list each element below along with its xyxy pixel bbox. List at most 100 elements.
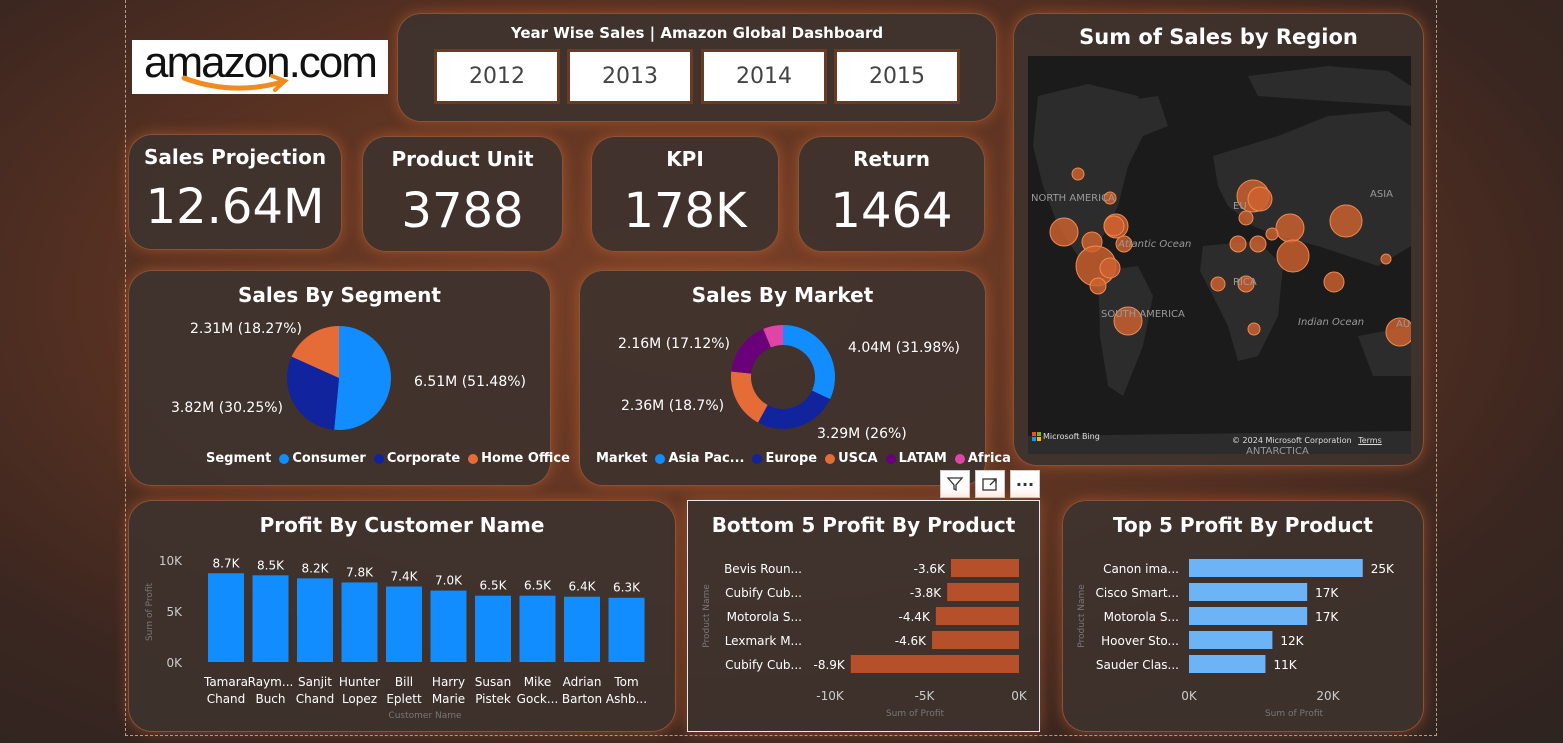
bar-data-label: 17K — [1315, 586, 1339, 600]
customer-bar — [519, 595, 556, 662]
x-axis-title: Customer Name — [388, 711, 462, 721]
x-tick-label: Mike — [524, 675, 552, 689]
year-button-2012[interactable]: 2012 — [434, 49, 560, 104]
kpi-label: Product Unit — [391, 147, 534, 171]
x-tick-label: -5K — [915, 689, 936, 703]
kpi-value: 178K — [623, 183, 747, 239]
y-tick-label: Canon ima... — [1103, 562, 1179, 576]
x-tick-label: Tom — [613, 675, 638, 689]
year-button-2014[interactable]: 2014 — [701, 49, 827, 104]
map-bubble — [1210, 276, 1226, 292]
terms-link[interactable]: Terms — [1358, 436, 1382, 445]
y-tick-label: Hoover Sto... — [1101, 634, 1179, 648]
y-tick-label: Lexmark M... — [725, 634, 802, 648]
y-axis-title: Product Name — [702, 584, 712, 648]
market-label-latam: 2.16M (17.12%) — [618, 336, 731, 352]
customer-bar — [564, 596, 600, 662]
market-label-asia-pac: 4.04M (31.98%) — [848, 340, 961, 356]
x-tick-label: Bill — [395, 675, 413, 689]
x-tick-label: Ashb... — [606, 692, 647, 706]
legend-item[interactable]: Europe — [765, 451, 817, 466]
year-slicer-title: Year Wise Sales | Amazon Global Dashboar… — [510, 24, 884, 42]
top-5-bar-chart[interactable]: 0K 20K Product Name Canon ima... 25K Cisco Sm… — [1062, 548, 1424, 726]
map-label: ASIA — [1370, 189, 1393, 200]
segment-label-home-office: 2.31M (18.27%) — [190, 321, 303, 337]
filter-icon[interactable] — [940, 470, 970, 498]
bar-data-label: 6.4K — [569, 580, 597, 594]
map-bubble — [1229, 235, 1247, 253]
customer-bar-chart[interactable]: 10K 5K 0K Sum of Profit 8.7K Tamara Chand 8.5K R… — [128, 540, 676, 726]
donut-slice-usca — [731, 371, 768, 423]
bar-data-label: -4.6K — [895, 634, 927, 648]
focus-mode-icon[interactable] — [975, 470, 1005, 498]
kpi-value: 12.64M — [145, 179, 325, 235]
legend-dot — [954, 453, 965, 464]
x-tick-label: Chand — [296, 692, 335, 706]
kpi-card-sales-projection: Sales Projection 12.64M — [128, 134, 342, 250]
customer-bar — [608, 597, 645, 662]
region-map-title: Sum of Sales by Region — [1079, 25, 1358, 49]
market-legend: Market Asia Pac... Europe USCA LATAM Afr… — [596, 451, 1011, 466]
x-tick-label: 20K — [1316, 689, 1340, 703]
kpi-card-return: Return 1464 — [798, 136, 985, 252]
bottom-bar — [932, 631, 1019, 649]
legend-item[interactable]: Home Office — [481, 451, 570, 466]
legend-dot — [279, 453, 290, 464]
legend-item[interactable]: LATAM — [899, 451, 947, 466]
market-chart-title: Sales By Market — [691, 283, 874, 307]
donut-slice-europe — [758, 390, 831, 429]
legend-item[interactable]: Asia Pac... — [668, 451, 744, 466]
world-map[interactable]: NORTH AMERICA Atlantic Ocean SOUTH AMERI… — [1028, 56, 1411, 454]
pie-slice-consumer — [334, 326, 392, 430]
map-bubble — [1329, 204, 1363, 238]
map-bubble — [1323, 271, 1345, 293]
y-tick-label: Bevis Roun... — [724, 562, 802, 576]
year-button-2013[interactable]: 2013 — [567, 49, 693, 104]
x-tick-label: Buch — [255, 692, 285, 706]
bing-attribution: Microsoft Bing — [1032, 432, 1100, 441]
bottom-5-bar-chart[interactable]: -10K -5K 0K Product Name Bevis Roun... -3.6K C… — [687, 548, 1040, 726]
segment-label-corporate: 3.82M (30.25%) — [171, 400, 284, 416]
x-tick-label: Marie — [432, 692, 465, 706]
bar-data-label: -3.6K — [914, 562, 946, 576]
legend-item[interactable]: Corporate — [387, 451, 460, 466]
y-axis-title: Sum of Profit — [145, 583, 155, 642]
customer-bar — [297, 578, 333, 662]
bar-data-label: 7.0K — [435, 574, 463, 588]
y-tick-label: Motorola S... — [1104, 610, 1179, 624]
year-button-2015[interactable]: 2015 — [834, 49, 960, 104]
map-bubbles[interactable] — [1028, 56, 1411, 454]
map-label: NORTH AMERICA — [1031, 193, 1115, 204]
y-tick-label: Sauder Clas... — [1096, 658, 1179, 672]
map-bubble — [1276, 239, 1310, 273]
bar-data-label: 8.7K — [213, 556, 241, 570]
market-label-usca: 2.36M (18.7%) — [621, 398, 725, 414]
more-options-icon[interactable]: ··· — [1010, 470, 1040, 498]
x-tick-label: Harry — [432, 675, 465, 689]
x-tick-label: Hunter — [339, 675, 380, 689]
x-tick-label: Chand — [207, 692, 246, 706]
legend-item[interactable]: Africa — [968, 451, 1011, 466]
kpi-card-product-unit: Product Unit 3788 — [362, 136, 563, 252]
bar-data-label: 6.3K — [613, 581, 641, 595]
bar-data-label: -4.4K — [899, 610, 931, 624]
bar-data-label: 7.8K — [346, 565, 374, 579]
map-bubble — [1275, 213, 1305, 243]
map-label: SOUTH AMERICA — [1101, 309, 1185, 320]
legend-item[interactable]: Consumer — [292, 451, 366, 466]
bottom-chart-title: Bottom 5 Profit By Product — [711, 513, 1016, 537]
segment-pie[interactable] — [286, 325, 392, 431]
bar-data-label: 17K — [1315, 610, 1339, 624]
x-tick-label: Sanjit — [298, 675, 332, 689]
map-label: RICA — [1233, 277, 1257, 288]
y-tick-label: Cisco Smart... — [1096, 586, 1179, 600]
x-tick-label: Tamara — [203, 675, 248, 689]
legend-item[interactable]: USCA — [838, 451, 878, 466]
y-tick-label: 5K — [166, 605, 183, 619]
microsoft-logo-icon — [1032, 432, 1041, 441]
y-tick-label: Motorola S... — [727, 610, 802, 624]
map-label: Indian Ocean — [1298, 317, 1365, 328]
x-axis-title: Sum of Profit — [1265, 709, 1324, 719]
market-donut[interactable] — [730, 324, 836, 430]
top-bar — [1189, 655, 1266, 673]
